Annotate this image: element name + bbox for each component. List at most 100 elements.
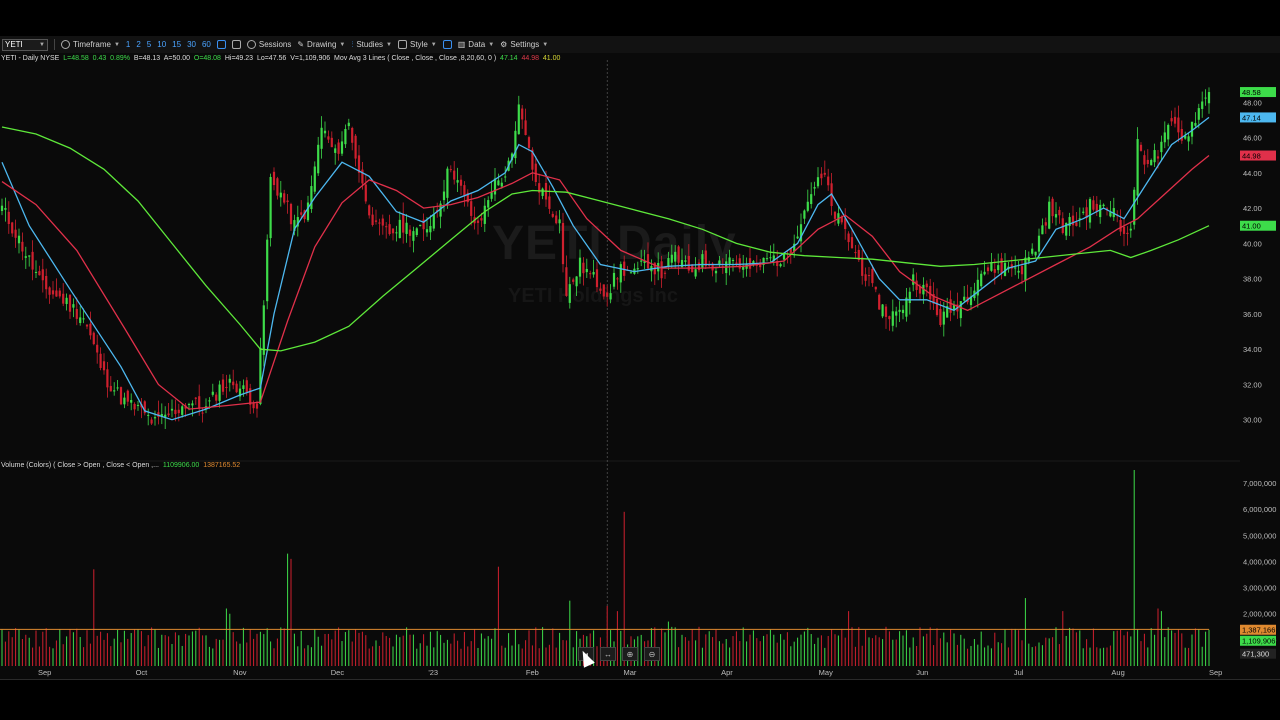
- volume-bar: [4, 641, 6, 666]
- volume-bar: [1072, 628, 1074, 666]
- volume-badge: 1,109,906: [1242, 637, 1275, 646]
- candle-body: [677, 246, 680, 263]
- volume-bar: [858, 627, 860, 666]
- candle-body: [113, 390, 116, 392]
- volume-bar: [457, 640, 459, 666]
- volume-bar: [926, 633, 928, 666]
- x-tick-label: Jul: [1014, 668, 1024, 677]
- volume-bar: [565, 640, 567, 666]
- fit-button[interactable]: ↔: [600, 647, 616, 661]
- volume-bar: [885, 626, 887, 666]
- volume-bar: [151, 627, 153, 666]
- candle-body: [235, 383, 238, 393]
- volume-bar: [671, 626, 673, 666]
- candle-body: [1170, 118, 1173, 122]
- candle-body: [901, 309, 905, 314]
- volume-bar: [1065, 635, 1067, 666]
- volume-bar: [572, 647, 574, 666]
- change-value: 0.43: [92, 55, 107, 62]
- volume-bar: [416, 648, 418, 666]
- x-tick-label: May: [819, 668, 833, 677]
- candle-body: [908, 291, 911, 304]
- candle-body: [266, 239, 269, 302]
- candle-body: [191, 403, 194, 406]
- candle-body: [827, 176, 830, 186]
- candle-body: [340, 141, 344, 154]
- candle-body: [548, 196, 551, 209]
- volume-bar: [69, 629, 71, 666]
- candle-body: [68, 294, 72, 312]
- symbol-period: YETI - Daily NYSE: [1, 55, 60, 62]
- volume-bar: [331, 639, 333, 666]
- volume-bar: [960, 634, 962, 666]
- volume-bar: [256, 633, 258, 666]
- volume-bar: [32, 647, 34, 666]
- price-tick-label: 32.00: [1243, 380, 1262, 389]
- volume-bar: [752, 630, 754, 666]
- volume-bar: [1082, 648, 1084, 666]
- candle-body: [136, 404, 140, 406]
- volume-bar: [892, 639, 894, 666]
- candle-body: [1173, 116, 1177, 124]
- candle-body: [425, 229, 429, 233]
- volume-bar: [423, 634, 425, 666]
- volume-bar: [283, 628, 285, 666]
- x-tick-label: Mar: [624, 668, 637, 677]
- candle-body: [351, 127, 354, 143]
- candle-body: [221, 379, 225, 392]
- volume-bar: [552, 628, 554, 666]
- volume-bar: [89, 643, 91, 666]
- candle-body: [674, 251, 677, 262]
- candle-body: [959, 301, 962, 319]
- candle-body: [884, 306, 888, 317]
- candle-body: [810, 194, 813, 205]
- volume-bar: [521, 648, 523, 666]
- candle-body: [75, 309, 78, 319]
- volume-bar: [933, 645, 935, 666]
- volume-bar: [705, 634, 707, 666]
- candle-body: [24, 256, 27, 258]
- candle-body: [572, 279, 575, 282]
- candle-body: [398, 219, 401, 239]
- candle-body: [1122, 226, 1126, 234]
- candle-body: [96, 344, 99, 353]
- candle-body: [1194, 123, 1197, 126]
- candle-body: [456, 180, 459, 183]
- volume-bar: [508, 633, 510, 666]
- candle-body: [684, 260, 687, 262]
- candle-body: [17, 235, 21, 244]
- candle-body: [7, 211, 10, 225]
- candle-body: [306, 202, 310, 221]
- price-volume-chart[interactable]: 30.00 32.00 34.00 36.00 38.00 40.00 42.00 44.00…: [0, 0, 1280, 720]
- candle-body: [1037, 235, 1041, 252]
- zoom-in-icon[interactable]: ⊕: [622, 647, 638, 661]
- volume-bar: [776, 642, 778, 666]
- volume-bar: [276, 638, 278, 666]
- candle-body: [986, 267, 990, 272]
- volume-bar: [939, 638, 941, 666]
- volume-bar: [55, 640, 57, 666]
- volume-bar: [1116, 630, 1118, 666]
- candle-body: [279, 192, 282, 198]
- volume-bar: [746, 641, 748, 666]
- volume-bar: [1035, 646, 1037, 666]
- candle-body: [453, 170, 456, 180]
- volume-bar: [559, 632, 561, 666]
- volume-bar: [310, 647, 312, 666]
- volume-bar: [436, 631, 438, 666]
- volume-bar: [1171, 630, 1173, 666]
- volume-info-line: Volume (Colors) ( Close > Open , Close <…: [1, 462, 240, 469]
- volume-bar: [351, 641, 353, 666]
- volume-bar: [1208, 629, 1210, 666]
- volume-bar: [820, 635, 822, 666]
- volume-bar: [324, 633, 326, 666]
- candle-body: [126, 390, 129, 402]
- volume-bar: [1126, 631, 1128, 666]
- volume-bar: [174, 632, 176, 666]
- volume-bar: [661, 628, 663, 666]
- candle-body: [578, 257, 582, 277]
- zoom-out-icon[interactable]: ⊖: [644, 647, 660, 661]
- volume-bar: [1038, 642, 1040, 666]
- candle-body: [779, 264, 782, 267]
- candle-body: [1082, 211, 1085, 213]
